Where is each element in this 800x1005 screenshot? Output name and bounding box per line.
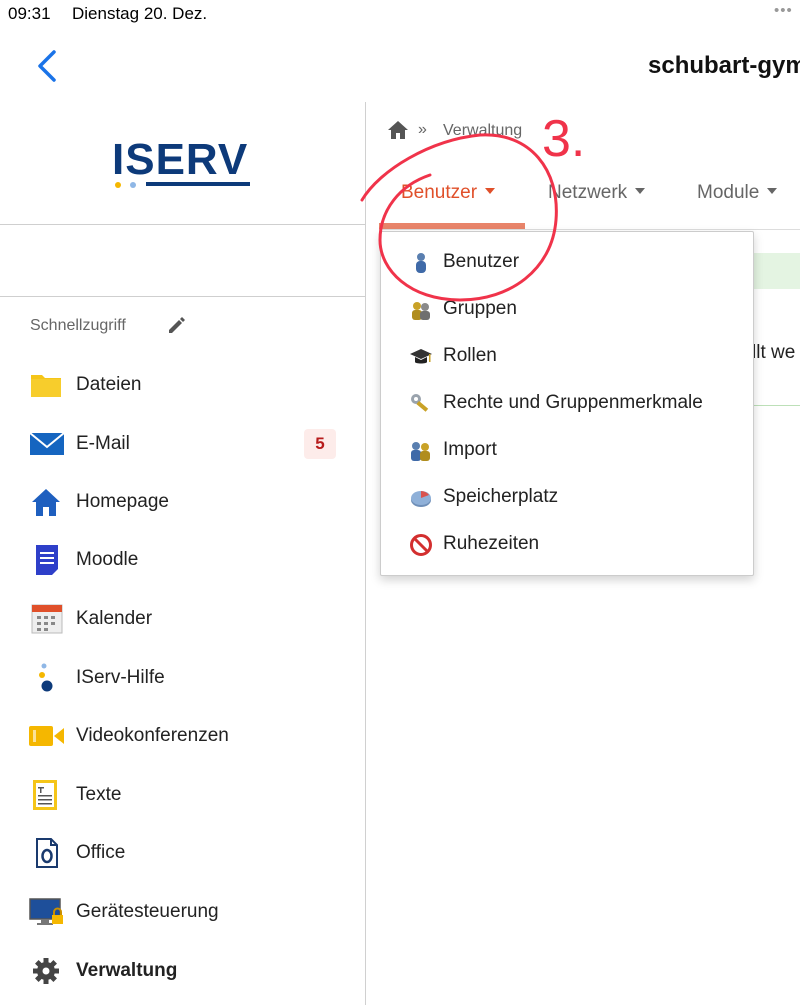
sidebar-item-label: Moodle xyxy=(76,549,139,570)
sidebar-item-texte[interactable]: Texte xyxy=(0,769,365,821)
menu-item-label: Ruhezeiten xyxy=(443,533,540,554)
breadcrumb-separator: » xyxy=(418,121,427,138)
tab-benutzer[interactable]: Benutzer xyxy=(401,182,496,204)
menu-item-gruppen[interactable]: Gruppen xyxy=(381,287,753,331)
mail-icon xyxy=(28,428,66,460)
sidebar-item-label: Homepage xyxy=(76,491,169,512)
status-date: Dienstag 20. Dez. xyxy=(72,4,208,23)
chevron-left-icon xyxy=(38,50,56,82)
menu-item-label: Gruppen xyxy=(443,298,517,319)
text-notepad-icon xyxy=(28,779,66,811)
sidebar-item-email[interactable]: E-Mail 5 xyxy=(0,418,365,470)
home-icon xyxy=(28,486,66,518)
caret-down-icon xyxy=(635,187,646,194)
sidebar-item-dateien[interactable]: Dateien xyxy=(0,359,365,411)
logo-wordmark: ISERV xyxy=(112,138,248,184)
menu-item-label: Rollen xyxy=(443,345,497,366)
menu-item-rollen[interactable]: Rollen xyxy=(381,334,753,378)
content-divider xyxy=(752,405,800,406)
menu-item-import[interactable]: Import xyxy=(381,428,753,472)
sidebar-item-iserv-hilfe[interactable]: IServ-Hilfe xyxy=(0,652,365,704)
sidebar-item-moodle[interactable]: Moodle xyxy=(0,534,365,586)
tab-module[interactable]: Module xyxy=(697,182,778,204)
office-icon xyxy=(28,837,66,869)
menu-item-ruhezeiten[interactable]: Ruhezeiten xyxy=(381,522,753,566)
monitor-lock-icon xyxy=(28,896,66,928)
iserv-logo[interactable]: ISERV xyxy=(112,135,254,194)
menu-item-label: Speicherplatz xyxy=(443,486,559,507)
sidebar-item-label: Dateien xyxy=(76,374,142,395)
gear-icon xyxy=(28,955,66,987)
sidebar-item-kalender[interactable]: Kalender xyxy=(0,593,365,645)
group-icon xyxy=(409,298,433,322)
benutzer-dropdown-menu: Benutzer Gruppen Rollen Rechte und Grupp… xyxy=(380,231,754,576)
help-dots-icon xyxy=(28,662,66,694)
disk-space-icon xyxy=(409,486,433,510)
key-icon xyxy=(409,392,433,416)
tab-label: Module xyxy=(697,182,760,203)
caret-down-icon xyxy=(767,187,778,194)
status-more-dots[interactable]: ••• xyxy=(774,2,793,19)
back-button[interactable] xyxy=(28,46,68,86)
tab-label: Benutzer xyxy=(401,182,478,203)
menu-item-label: Import xyxy=(443,439,497,460)
menu-item-label: Rechte und Gruppenmerkmale xyxy=(443,392,703,413)
pencil-icon[interactable] xyxy=(166,314,188,336)
site-title: schubart-gym xyxy=(648,52,800,79)
no-entry-icon xyxy=(409,533,433,557)
sidebar-separator xyxy=(0,296,365,297)
caret-down-icon xyxy=(485,187,496,194)
menu-item-speicherplatz[interactable]: Speicherplatz xyxy=(381,475,753,519)
menu-item-rechte[interactable]: Rechte und Gruppenmerkmale xyxy=(381,381,753,425)
success-alert xyxy=(752,253,800,289)
sidebar-item-label: IServ-Hilfe xyxy=(76,667,165,688)
user-icon xyxy=(409,251,433,275)
sidebar-item-office[interactable]: Office xyxy=(0,827,365,879)
video-camera-icon xyxy=(28,720,66,752)
breadcrumb-home-icon[interactable] xyxy=(387,120,409,140)
menu-item-label: Benutzer xyxy=(443,251,520,272)
import-users-icon xyxy=(409,439,433,463)
tab-label: Netzwerk xyxy=(548,182,628,203)
sidebar-item-label: E-Mail xyxy=(76,433,130,454)
sidebar-item-homepage[interactable]: Homepage xyxy=(0,476,365,528)
graduation-cap-icon xyxy=(409,345,433,369)
sidebar-divider xyxy=(365,102,366,1005)
document-icon xyxy=(28,544,66,576)
calendar-icon xyxy=(28,603,66,635)
status-time: 09:31 xyxy=(8,4,51,23)
breadcrumb-verwaltung[interactable]: Verwaltung xyxy=(443,122,522,140)
sidebar-item-label: Kalender xyxy=(76,608,153,629)
content-text-fragment: llt we xyxy=(752,342,796,363)
sidebar-item-videokonferenzen[interactable]: Videokonferenzen xyxy=(0,710,365,762)
sidebar-item-label: Office xyxy=(76,842,126,863)
sidebar-item-verwaltung[interactable]: Verwaltung xyxy=(0,945,365,997)
sidebar-separator xyxy=(0,224,365,225)
sidebar-item-geraetesteuerung[interactable]: Gerätesteuerung xyxy=(0,886,365,938)
quick-access-label: Schnellzugriff xyxy=(30,317,126,334)
sidebar-item-label: Texte xyxy=(76,784,122,805)
menu-item-benutzer[interactable]: Benutzer xyxy=(381,240,753,284)
sidebar-item-label: Gerätesteuerung xyxy=(76,901,219,922)
unread-count-badge: 5 xyxy=(304,429,336,459)
sidebar-item-label: Videokonferenzen xyxy=(76,725,229,746)
annotation-number: 3. xyxy=(542,110,585,168)
folder-icon xyxy=(28,369,66,401)
tab-netzwerk[interactable]: Netzwerk xyxy=(548,182,646,204)
tabs-divider xyxy=(379,229,800,230)
sidebar-item-label: Verwaltung xyxy=(76,960,178,981)
